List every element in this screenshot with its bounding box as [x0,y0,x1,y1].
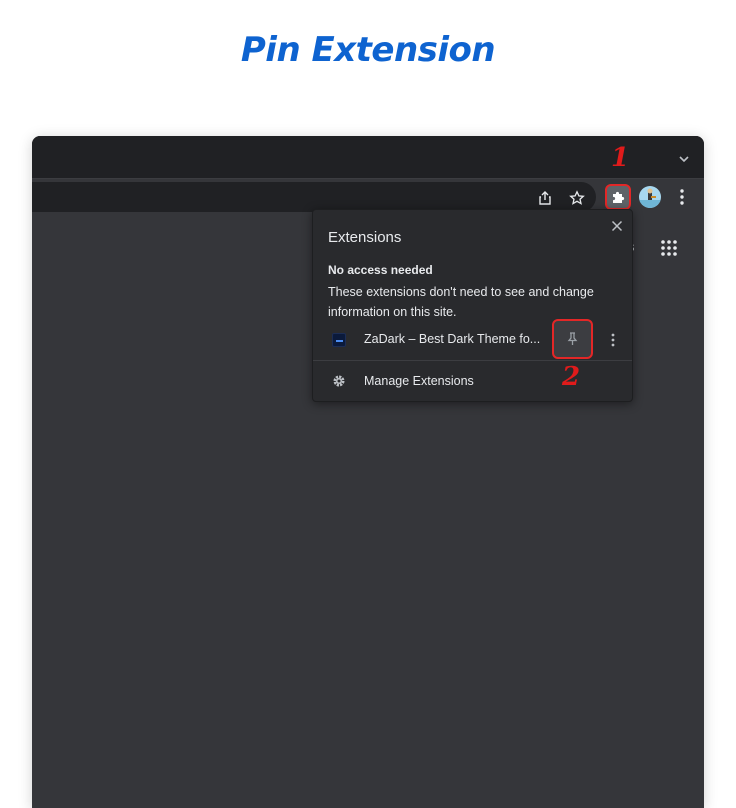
step-1-annotation: 1 [611,143,630,173]
extension-name: ZaDark – Best Dark Theme fo... [364,332,541,346]
tab-strip [32,136,704,178]
section-heading: No access needed [328,263,433,277]
extensions-puzzle-icon [613,191,625,203]
chevron-down-icon[interactable] [678,153,690,165]
star-icon[interactable] [569,190,585,206]
pin-icon [567,332,578,345]
extensions-button[interactable] [605,184,631,210]
profile-picture-icon [639,188,661,208]
more-vert-icon[interactable] [608,332,618,348]
apps-grid-icon[interactable] [660,239,678,257]
close-icon[interactable] [611,220,623,232]
share-icon[interactable] [537,190,553,206]
more-vert-icon[interactable] [674,187,690,207]
pin-button[interactable] [552,319,593,359]
extension-row[interactable]: ZaDark – Best Dark Theme fo... [313,319,632,359]
address-bar[interactable] [32,182,596,212]
extensions-popup: Extensions No access needed These extens… [312,209,633,402]
step-2-annotation: 2 [562,362,581,392]
manage-extensions-label: Manage Extensions [364,374,474,388]
extension-logo-icon [332,333,346,347]
page-title: Pin Extension [240,30,496,70]
manage-extensions-item[interactable]: Manage Extensions [313,361,632,401]
gear-icon [333,375,345,387]
section-description: These extensions don't need to see and c… [328,285,594,319]
avatar[interactable] [639,186,661,208]
popup-title: Extensions [328,229,402,246]
